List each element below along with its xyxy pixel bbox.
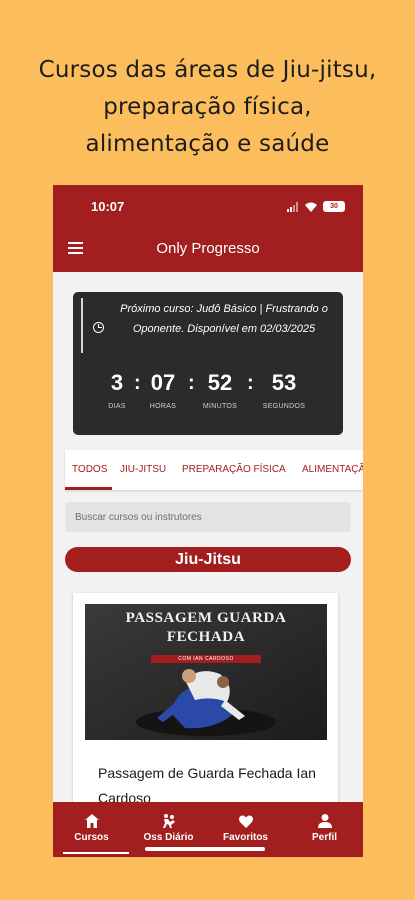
headline-line-1: Cursos das áreas de Jiu-jitsu, xyxy=(38,57,377,83)
countdown-text: Próximo curso: Judô Básico | Frustrando … xyxy=(120,303,328,335)
nav-label-perfil: Perfil xyxy=(311,832,337,843)
wifi-icon xyxy=(305,202,317,212)
status-icons: 30 xyxy=(287,201,345,212)
promo-headline: Cursos das áreas de Jiu-jitsu, preparaçã… xyxy=(0,52,415,163)
phone-screen: 10:07 30 Only Progresso Próximo curso: J… xyxy=(53,185,363,857)
seconds-label: SEGUNDOS xyxy=(262,403,306,410)
countdown-card: Próximo curso: Judô Básico | Frustrando … xyxy=(73,292,343,435)
tab-active-indicator xyxy=(65,487,112,490)
nav-active-indicator xyxy=(63,852,129,854)
tab-todos[interactable]: TODOS xyxy=(72,464,107,475)
app-bar: Only Progresso xyxy=(53,225,363,272)
countdown-seconds: 53 SEGUNDOS xyxy=(254,370,314,410)
tab-alimentacao[interactable]: ALIMENTAÇÃO xyxy=(302,464,363,475)
home-indicator[interactable] xyxy=(145,847,265,851)
status-bar: 10:07 30 xyxy=(53,185,363,225)
thumbnail-title: PASSAGEM GUARDA FECHADA xyxy=(125,610,287,645)
tab-preparacao-fisica[interactable]: PREPARAÇÃO FÍSICA xyxy=(182,464,286,475)
nav-label-oss-diario: Oss Diário xyxy=(143,832,194,843)
course-thumbnail[interactable]: PASSAGEM GUARDA FECHADA COM IAN CARDOSO xyxy=(85,604,327,740)
countdown-accent-bar xyxy=(81,298,83,353)
heart-icon xyxy=(238,815,253,828)
signal-icon xyxy=(287,201,298,212)
person-icon xyxy=(317,814,332,828)
fighters-icon xyxy=(162,814,175,828)
nav-label-cursos: Cursos xyxy=(74,832,109,843)
tab-jiu-jitsu[interactable]: JIU-JITSU xyxy=(120,464,166,475)
clock-icon xyxy=(93,322,104,333)
app-title: Only Progresso xyxy=(156,240,260,257)
category-tabs: TODOS JIU-JITSU PREPARAÇÃO FÍSICA ALIMEN… xyxy=(65,450,363,490)
home-icon xyxy=(84,814,99,828)
nav-item-perfil[interactable]: Perfil xyxy=(286,802,363,857)
status-time: 10:07 xyxy=(91,199,125,214)
minutes-value: 52 xyxy=(207,370,233,395)
nav-item-cursos[interactable]: Cursos xyxy=(53,802,130,857)
countdown-minutes: 52 MINUTOS xyxy=(190,370,250,410)
seconds-value: 53 xyxy=(271,370,297,395)
hours-value: 07 xyxy=(150,370,176,395)
separator: : xyxy=(247,372,254,394)
headline-line-3: alimentação e saúde xyxy=(85,131,330,157)
battery-icon: 30 xyxy=(323,201,345,212)
thumbnail-subtitle: COM IAN CARDOSO xyxy=(151,655,261,663)
search-input[interactable] xyxy=(65,502,351,532)
section-title: Jiu-Jitsu xyxy=(65,547,351,572)
minutes-label: MINUTOS xyxy=(202,403,238,410)
nav-label-favoritos: Favoritos xyxy=(222,832,268,843)
hours-label: HORAS xyxy=(149,403,177,410)
headline-line-2: preparação física, xyxy=(103,94,312,120)
countdown-hours: 07 HORAS xyxy=(133,370,193,410)
